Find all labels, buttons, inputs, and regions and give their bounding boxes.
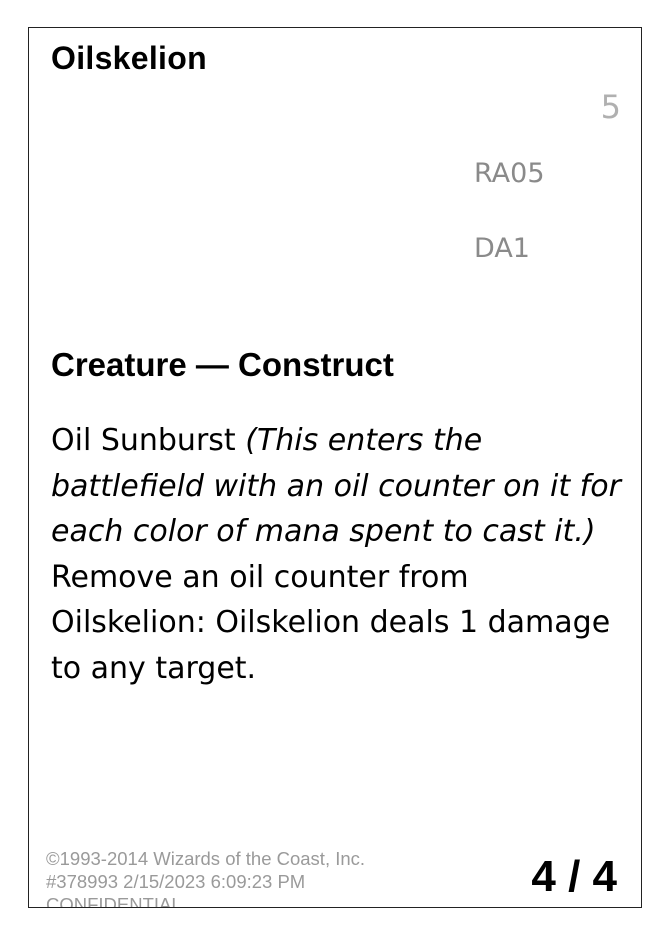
rules-paragraph-1: Oil Sunburst (This enters the battlefiel… — [51, 418, 631, 555]
mana-cost: 5 — [600, 88, 621, 126]
footer-info: ©1993-2014 Wizards of the Coast, Inc. #3… — [46, 847, 366, 908]
confidential-label: CONFIDENTIAL — [46, 894, 182, 908]
rules-text-box: Oil Sunburst (This enters the battlefiel… — [51, 418, 631, 691]
ability-name: Oil Sunburst — [51, 423, 236, 458]
type-line: Creature — Construct — [51, 346, 394, 383]
card-name: Oilskelion — [51, 40, 207, 76]
code-line-1: RA05 — [474, 158, 545, 189]
code-line-2: DA1 — [474, 233, 530, 264]
rules-paragraph-2: Remove an oil counter from Oilskelion: O… — [51, 559, 611, 686]
copyright-text: ©1993-2014 Wizards of the Coast, Inc. — [46, 848, 366, 869]
power-toughness: 4 / 4 — [531, 852, 617, 901]
print-stamp: #378993 2/15/2023 6:09:23 PM — [46, 871, 306, 892]
card-frame: Oilskelion 5 RA05 DA1 Creature — Constru… — [28, 27, 642, 908]
